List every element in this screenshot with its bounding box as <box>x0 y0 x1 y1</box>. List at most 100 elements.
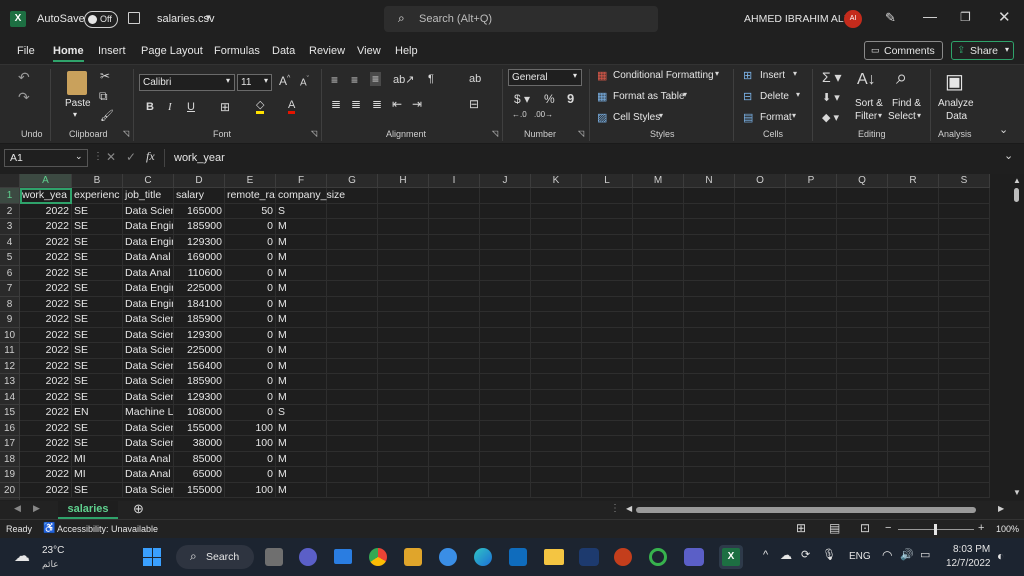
number-format-select[interactable]: General ▾ <box>508 69 582 86</box>
empty-cell[interactable] <box>633 281 684 297</box>
empty-cell[interactable] <box>531 281 582 297</box>
empty-cell[interactable] <box>429 327 480 343</box>
empty-cell[interactable] <box>684 203 735 219</box>
empty-cell[interactable] <box>735 343 786 359</box>
tab-data[interactable]: Data <box>272 45 295 57</box>
empty-cell[interactable] <box>786 420 837 436</box>
align-left-icon[interactable]: ≣ <box>331 97 341 111</box>
table-cell[interactable]: 0 <box>225 234 276 250</box>
table-cell[interactable]: 100 <box>225 420 276 436</box>
empty-cell[interactable] <box>735 358 786 374</box>
table-cell[interactable]: M <box>276 327 327 343</box>
empty-cell[interactable] <box>735 482 786 498</box>
table-cell[interactable]: salary <box>174 188 225 204</box>
empty-cell[interactable] <box>429 358 480 374</box>
table-cell[interactable]: work_yea <box>20 188 72 204</box>
column-header-q[interactable]: Q <box>837 174 888 188</box>
empty-cell[interactable] <box>582 420 633 436</box>
table-cell[interactable]: SE <box>72 250 123 266</box>
align-bottom-icon[interactable]: ≡ <box>370 72 382 86</box>
insert-cells-icon[interactable]: ⊞ <box>743 69 752 82</box>
empty-cell[interactable] <box>786 312 837 328</box>
decrease-decimal-icon[interactable]: .00→ <box>534 110 553 119</box>
empty-cell[interactable] <box>531 358 582 374</box>
empty-cell[interactable] <box>327 265 378 281</box>
tab-formulas[interactable]: Formulas <box>214 45 260 57</box>
empty-cell[interactable] <box>888 188 939 204</box>
empty-cell[interactable] <box>888 327 939 343</box>
row-header[interactable] <box>0 498 20 500</box>
empty-cell[interactable] <box>378 250 429 266</box>
table-cell[interactable]: 0 <box>225 374 276 390</box>
table-cell[interactable]: SE <box>72 265 123 281</box>
table-cell[interactable]: Data Scien <box>123 436 174 452</box>
empty-cell[interactable] <box>480 327 531 343</box>
empty-cell[interactable] <box>939 250 990 266</box>
empty-cell[interactable] <box>837 281 888 297</box>
row-header[interactable]: 4 <box>0 234 20 250</box>
empty-cell[interactable] <box>735 436 786 452</box>
rtl-icon[interactable]: ¶ <box>428 73 434 85</box>
empty-cell[interactable] <box>837 374 888 390</box>
cloud-icon[interactable]: ☁ <box>780 548 792 562</box>
delete-cells-icon[interactable]: ⊟ <box>743 90 752 103</box>
table-cell[interactable]: M <box>276 219 327 235</box>
teams-icon[interactable] <box>684 548 704 566</box>
table-cell[interactable]: 0 <box>225 296 276 312</box>
dialog-launcher-icon[interactable]: ◹ <box>578 129 584 138</box>
align-right-icon[interactable]: ≣ <box>372 97 382 111</box>
format-as-table-button[interactable]: Format as Table <box>613 91 685 102</box>
table-cell[interactable]: company_size <box>276 188 345 204</box>
table-cell[interactable]: 110600 <box>174 265 225 281</box>
underline-icon[interactable]: U <box>187 101 195 113</box>
pen-icon[interactable]: ✎ <box>885 10 896 26</box>
table-cell[interactable]: M <box>276 265 327 281</box>
empty-cell[interactable] <box>888 203 939 219</box>
empty-cell[interactable] <box>327 188 378 204</box>
table-cell[interactable]: M <box>276 420 327 436</box>
decrease-indent-icon[interactable]: ⇤ <box>392 97 402 111</box>
table-cell[interactable]: 0 <box>225 327 276 343</box>
empty-cell[interactable] <box>684 281 735 297</box>
table-cell[interactable]: 129300 <box>174 389 225 405</box>
sort-filter-button[interactable]: Filter <box>855 111 877 122</box>
empty-cell[interactable] <box>837 358 888 374</box>
table-cell[interactable]: SE <box>72 436 123 452</box>
empty-cell[interactable] <box>633 312 684 328</box>
empty-cell[interactable] <box>939 467 990 483</box>
app-icon[interactable] <box>579 548 599 566</box>
zoom-in-icon[interactable]: + <box>978 522 984 534</box>
table-cell[interactable]: SE <box>72 374 123 390</box>
empty-cell[interactable] <box>582 234 633 250</box>
empty-cell[interactable] <box>786 343 837 359</box>
empty-cell[interactable] <box>837 327 888 343</box>
empty-cell[interactable] <box>786 234 837 250</box>
row-header[interactable]: 12 <box>0 358 20 374</box>
restore-icon[interactable]: ❐ <box>960 10 971 24</box>
table-cell[interactable]: job_title <box>123 188 174 204</box>
empty-cell[interactable] <box>939 296 990 312</box>
table-cell[interactable]: M <box>276 482 327 498</box>
table-cell[interactable]: Machine L <box>123 405 174 421</box>
table-cell[interactable]: 2022 <box>20 327 72 343</box>
table-cell[interactable]: Data Engir <box>123 234 174 250</box>
table-cell[interactable]: SE <box>72 312 123 328</box>
column-header-n[interactable]: N <box>684 174 735 188</box>
empty-cell[interactable] <box>327 451 378 467</box>
percent-icon[interactable]: % <box>544 92 555 106</box>
column-header-c[interactable]: C <box>123 174 174 188</box>
empty-cell[interactable] <box>327 389 378 405</box>
empty-cell[interactable] <box>531 188 582 204</box>
table-cell[interactable]: 2022 <box>20 343 72 359</box>
merge-center-icon[interactable]: ⊟ <box>469 97 479 111</box>
file-explorer-icon[interactable] <box>544 549 564 565</box>
empty-cell[interactable] <box>378 312 429 328</box>
empty-cell[interactable] <box>327 436 378 452</box>
empty-cell[interactable] <box>327 405 378 421</box>
column-header-i[interactable]: I <box>429 174 480 188</box>
table-cell[interactable]: 225000 <box>174 343 225 359</box>
empty-cell[interactable] <box>684 451 735 467</box>
dialog-launcher-icon[interactable]: ◹ <box>123 129 129 138</box>
empty-cell[interactable] <box>684 405 735 421</box>
enter-icon[interactable]: ✓ <box>126 150 136 164</box>
